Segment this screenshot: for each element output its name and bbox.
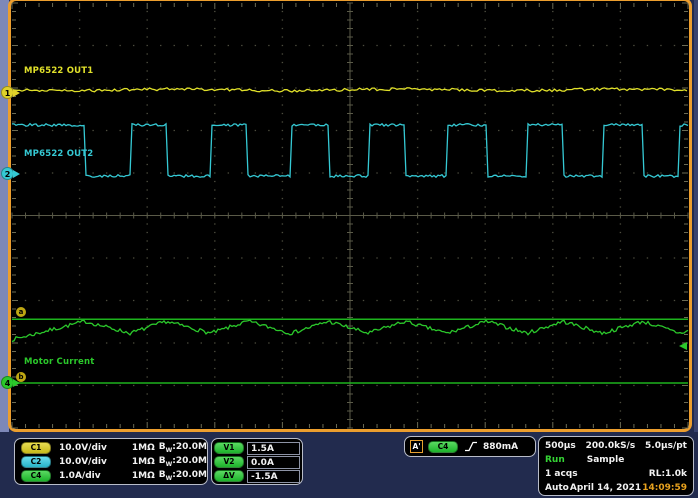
cursor-row-v2: V2 0.0A: [214, 455, 300, 469]
trigger-source-badge[interactable]: C4: [428, 441, 458, 453]
channel-settings-box: C1 10.0V/div 1MΩ BW:20.0M C2 10.0V/div 1…: [14, 438, 208, 485]
trigger-level-value: 880mA: [483, 442, 518, 452]
trigger-event-icon: A': [410, 440, 423, 453]
c4-scale: 1.0A/div: [59, 471, 128, 481]
ch2-wave-label: MP6522 OUT2: [24, 149, 93, 159]
c1-impedance: 1MΩ: [128, 443, 155, 453]
cursor-row-delta: ΔV -1.5A: [214, 469, 300, 483]
delta-v-value: -1.5A: [247, 470, 300, 483]
cursor-a-handle[interactable]: a: [16, 307, 26, 317]
ch1-position-marker[interactable]: 1: [0, 86, 22, 99]
cursor-b-handle[interactable]: b: [16, 372, 26, 382]
oscilloscope-screen: { "scope": { "wave_labels": { "ch1": "MP…: [0, 0, 698, 498]
channel-row-c4[interactable]: C4 1.0A/div 1MΩ BW:20.0M: [21, 469, 207, 483]
acq-count: 1 acqs: [545, 469, 578, 479]
c2-scale: 10.0V/div: [59, 457, 128, 467]
c4-bandwidth: BW:20.0M: [159, 470, 207, 482]
v1-badge[interactable]: V1: [214, 442, 244, 454]
channel-row-c2[interactable]: C2 10.0V/div 1MΩ BW:20.0M: [21, 455, 207, 469]
rising-edge-icon: [464, 441, 478, 452]
date-display: April 14, 2021: [569, 483, 642, 493]
trigger-mode: Auto: [545, 483, 569, 493]
acq-state: Run: [545, 455, 565, 465]
channel-row-c1[interactable]: C1 10.0V/div 1MΩ BW:20.0M: [21, 441, 207, 455]
c1-badge[interactable]: C1: [21, 442, 51, 454]
ch1-wave-label: MP6522 OUT1: [24, 66, 93, 76]
c4-badge[interactable]: C4: [21, 470, 51, 482]
delta-v-badge[interactable]: ΔV: [214, 470, 244, 482]
c1-bandwidth: BW:20.0M: [159, 442, 207, 454]
resolution-value: 5.0μs/pt: [645, 441, 687, 451]
horizontal-acq-box: 500μs 200.0kS/s 5.0μs/pt Run Sample 1 ac…: [538, 436, 694, 496]
clock-display: 14:09:59: [642, 483, 687, 493]
ch2-position-marker[interactable]: 2: [0, 167, 22, 180]
trigger-readout-box[interactable]: A' C4 880mA: [404, 436, 536, 457]
v2-badge[interactable]: V2: [214, 456, 244, 468]
cursor-readout-box: V1 1.5A V2 0.0A ΔV -1.5A: [211, 438, 303, 485]
ch1-marker-arrow-icon: [13, 89, 20, 97]
waveform-canvas: [0, 0, 698, 434]
c1-scale: 10.0V/div: [59, 443, 128, 453]
v2-value: 0.0A: [247, 456, 300, 469]
cursor-row-v1: V1 1.5A: [214, 441, 300, 455]
record-length: RL:1.0k: [649, 469, 687, 479]
c4-impedance: 1MΩ: [128, 471, 155, 481]
ch2-marker-arrow-icon: [13, 170, 20, 178]
ch4-wave-label: Motor Current: [24, 357, 95, 367]
c2-badge[interactable]: C2: [21, 456, 51, 468]
readout-panel: C1 10.0V/div 1MΩ BW:20.0M C2 10.0V/div 1…: [0, 432, 698, 498]
timebase-value: 500μs: [545, 441, 576, 451]
sample-rate-value: 200.0kS/s: [576, 441, 645, 451]
c2-bandwidth: BW:20.0M: [159, 456, 207, 468]
c2-impedance: 1MΩ: [128, 457, 155, 467]
trigger-level-arrow-icon[interactable]: [679, 342, 687, 350]
acq-mode: Sample: [565, 455, 687, 465]
v1-value: 1.5A: [247, 442, 300, 455]
